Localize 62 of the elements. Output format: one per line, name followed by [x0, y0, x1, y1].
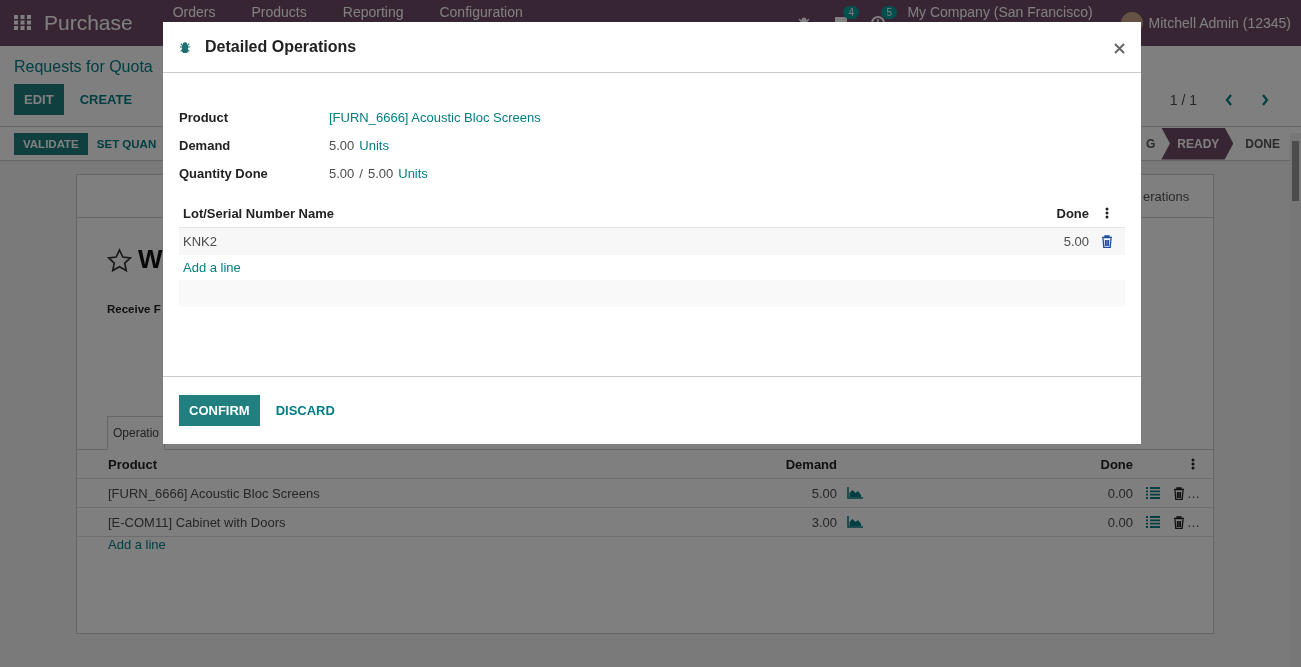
field-label: Product [179, 109, 230, 125]
table-cell-text: 5.00 [1062, 234, 1089, 249]
notification-badge: 4 [843, 6, 859, 19]
column-header[interactable]: Product [77, 456, 717, 472]
trash-icon[interactable] [1173, 486, 1185, 500]
unit-link[interactable]: Units [359, 137, 389, 153]
add-line-link[interactable]: Add a line [179, 255, 245, 280]
quantity-value: 5.00 [367, 165, 394, 181]
action-button[interactable]: CREATE [69, 84, 143, 115]
column-header[interactable]: Done [969, 205, 1089, 221]
field-label: Receive F [107, 303, 161, 315]
field-label: Quantity Done [179, 165, 269, 181]
menu-item[interactable]: Products [233, 4, 325, 20]
previous-icon[interactable] [1225, 93, 1233, 106]
app-name[interactable]: Purchase [44, 11, 133, 35]
next-icon[interactable] [1261, 93, 1269, 106]
column-header[interactable]: Lot/Serial Number Name [183, 205, 969, 221]
action-button[interactable]: VALIDATE [14, 132, 88, 155]
column-header[interactable]: Demand [717, 456, 837, 472]
action-button[interactable]: SET QUAN [87, 132, 166, 155]
table-cell-text: KNK2 [183, 234, 218, 249]
bug-icon[interactable] [179, 41, 191, 53]
trash-icon[interactable] [1101, 235, 1113, 248]
dialog-button[interactable]: DISCARD [265, 395, 345, 426]
notebook-tab[interactable]: Operatio [107, 416, 166, 450]
dialog-title: Detailed Operations [205, 38, 357, 56]
list-icon[interactable] [1146, 516, 1160, 528]
table-cell-text: 0.00 [1106, 485, 1133, 501]
overflow-text: … [1187, 485, 1200, 501]
area-chart-icon[interactable] [847, 516, 863, 528]
dialog-button[interactable]: CONFIRM [179, 395, 260, 426]
menu-item[interactable]: Orders [154, 4, 234, 20]
company-switcher[interactable]: My Company (San Francisco) [907, 4, 1093, 20]
status-stage[interactable]: READY [1161, 127, 1234, 160]
star-icon[interactable] [107, 247, 132, 272]
scrollbar-thumb[interactable] [1292, 141, 1299, 201]
options-icon[interactable] [1105, 207, 1109, 219]
product-link[interactable]: [FURN_6666] Acoustic Bloc Screens [329, 109, 1125, 125]
overflow-text: … [1187, 514, 1200, 530]
table-cell-text: 0.00 [1106, 514, 1133, 530]
pager-value: 1 / 1 [1169, 91, 1197, 108]
table-cell-text: [FURN_6666] Acoustic Bloc Screens [107, 485, 321, 501]
list-icon[interactable] [1146, 487, 1160, 499]
add-line-link[interactable]: Add a line [77, 530, 197, 559]
apps-menu-icon[interactable] [14, 15, 32, 31]
separator: / [359, 165, 363, 181]
column-header[interactable]: Done [873, 456, 1133, 472]
user-menu[interactable]: Mitchell Admin (12345) [1148, 15, 1291, 31]
area-chart-icon[interactable] [847, 487, 863, 499]
menu-item[interactable]: Configuration [421, 4, 541, 20]
quantity-value: 5.00 [329, 165, 355, 181]
table-cell-text: 3.00 [810, 514, 837, 530]
trash-icon[interactable] [1173, 515, 1185, 529]
quantity-value: 5.00 [329, 137, 355, 153]
action-button[interactable]: EDIT [14, 84, 64, 115]
menu-item[interactable]: Reporting [324, 4, 422, 20]
unit-link[interactable]: Units [398, 165, 428, 181]
record-title: W [138, 244, 163, 275]
table-cell-text: 5.00 [810, 485, 837, 501]
notification-badge: 5 [881, 6, 897, 19]
table-cell-text: [E-COM11] Cabinet with Doors [107, 514, 287, 530]
field-label: Demand [179, 137, 232, 153]
